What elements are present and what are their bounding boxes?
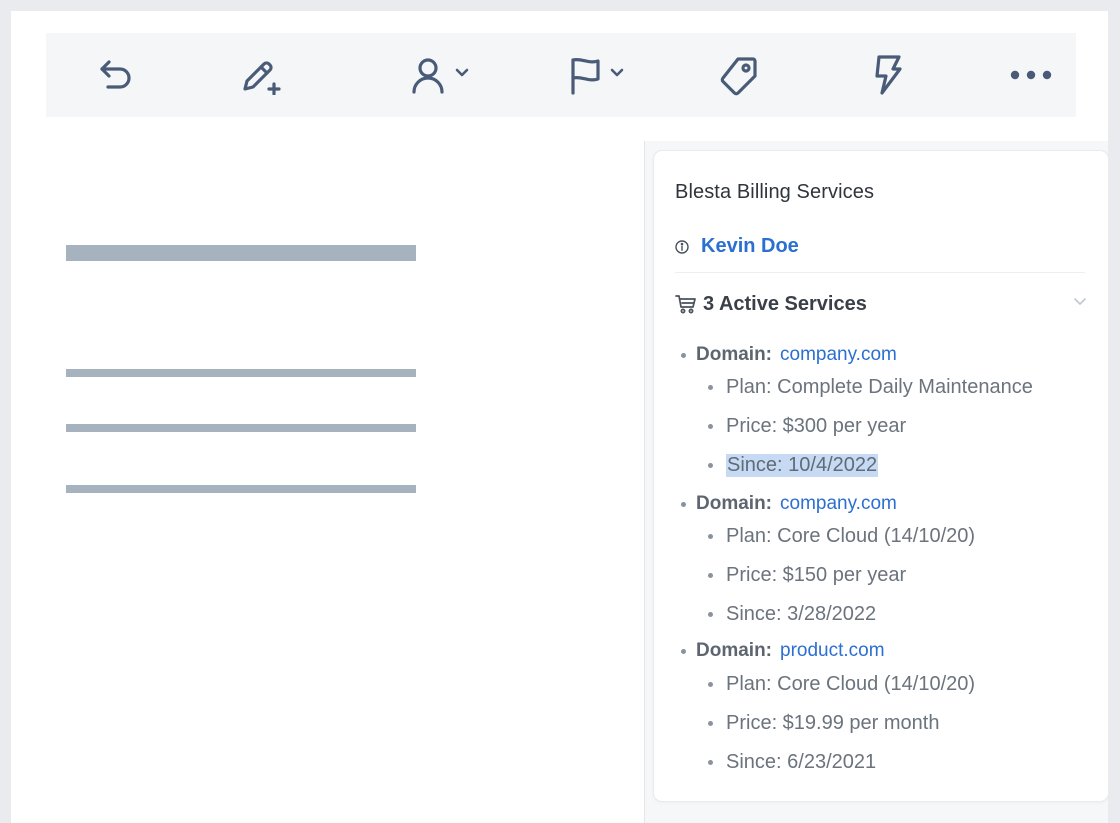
since-text: Since: 6/23/2021 — [726, 750, 877, 773]
active-services-label: 3 Active Services — [703, 292, 867, 315]
domain-label: Domain: — [696, 344, 772, 365]
price-text: Price: $19.99 per month — [726, 711, 940, 734]
service-domain-row: Domain: product.com — [681, 639, 885, 663]
bullet — [708, 720, 713, 726]
bullet — [708, 681, 713, 687]
conversation-toolbar — [46, 33, 1076, 117]
skeleton-line — [66, 424, 416, 432]
price-text: Price: $300 per year — [726, 414, 907, 437]
billing-services-card: Blesta Billing Services Kevin Doe 3 Acti… — [654, 151, 1108, 801]
since-text: Since: 3/28/2022 — [726, 602, 877, 625]
assign-user-dropdown[interactable] — [394, 33, 484, 117]
since-text-selected: Since: 10/4/2022 — [726, 453, 879, 477]
plan-text: Plan: Core Cloud (14/10/20) — [726, 524, 976, 547]
bullet — [681, 501, 686, 507]
service-since: Since: 6/23/2021 — [708, 750, 876, 774]
domain-link[interactable]: company.com — [780, 344, 897, 366]
contact-name-link[interactable]: Kevin Doe — [701, 235, 799, 258]
service-price: Price: $19.99 per month — [708, 711, 939, 735]
price-text: Price: $150 per year — [726, 563, 907, 586]
more-button[interactable] — [1001, 33, 1061, 117]
chevron-down-icon — [610, 68, 624, 77]
service-plan: Plan: Core Cloud (14/10/20) — [708, 672, 975, 696]
bullet — [681, 352, 686, 358]
domain-link[interactable]: company.com — [780, 493, 897, 515]
active-services-toggle[interactable]: 3 Active Services — [675, 291, 1087, 317]
app-frame: Blesta Billing Services Kevin Doe 3 Acti… — [11, 11, 1108, 823]
chevron-down-icon — [1074, 298, 1086, 305]
sidebar-divider — [644, 141, 645, 823]
service-plan: Plan: Core Cloud (14/10/20) — [708, 524, 975, 548]
skeleton-line — [66, 485, 416, 493]
service-plan: Plan: Complete Daily Maintenance — [708, 375, 1033, 399]
card-separator — [675, 272, 1085, 273]
tag-icon — [720, 57, 757, 96]
service-since: Since: 10/4/2022 — [708, 453, 879, 477]
bullet — [708, 462, 713, 468]
cart-icon — [675, 295, 696, 314]
domain-label: Domain: — [696, 493, 772, 514]
bullet — [708, 423, 713, 429]
bullet — [708, 384, 713, 390]
skeleton-title-bar — [66, 245, 416, 261]
lightning-icon — [875, 55, 902, 95]
bullet — [708, 572, 713, 578]
quick-actions-button[interactable] — [858, 33, 918, 117]
undo-icon — [100, 60, 131, 89]
chevron-down-icon — [455, 68, 469, 77]
more-icon — [1010, 70, 1052, 80]
bullet — [681, 648, 686, 654]
skeleton-line — [66, 369, 416, 377]
service-price: Price: $150 per year — [708, 563, 906, 587]
tag-button[interactable] — [704, 33, 774, 117]
bullet — [708, 533, 713, 539]
service-domain-row: Domain: company.com — [681, 343, 897, 367]
domain-label: Domain: — [696, 640, 772, 661]
flag-icon — [571, 57, 600, 95]
bullet — [708, 759, 713, 765]
service-since: Since: 3/28/2022 — [708, 602, 876, 626]
bullet — [708, 611, 713, 617]
edit-add-icon — [243, 61, 281, 95]
undo-button[interactable] — [86, 33, 146, 117]
domain-link[interactable]: product.com — [780, 640, 885, 662]
flag-dropdown[interactable] — [551, 33, 641, 117]
service-domain-row: Domain: company.com — [681, 492, 897, 516]
info-icon — [675, 239, 689, 254]
plan-text: Plan: Complete Daily Maintenance — [726, 375, 1033, 398]
assign-user-icon — [412, 58, 444, 94]
contact-row: Kevin Doe — [675, 235, 799, 258]
add-note-button[interactable] — [226, 33, 296, 117]
card-title: Blesta Billing Services — [675, 181, 875, 203]
plan-text: Plan: Core Cloud (14/10/20) — [726, 672, 976, 695]
service-price: Price: $300 per year — [708, 414, 906, 438]
